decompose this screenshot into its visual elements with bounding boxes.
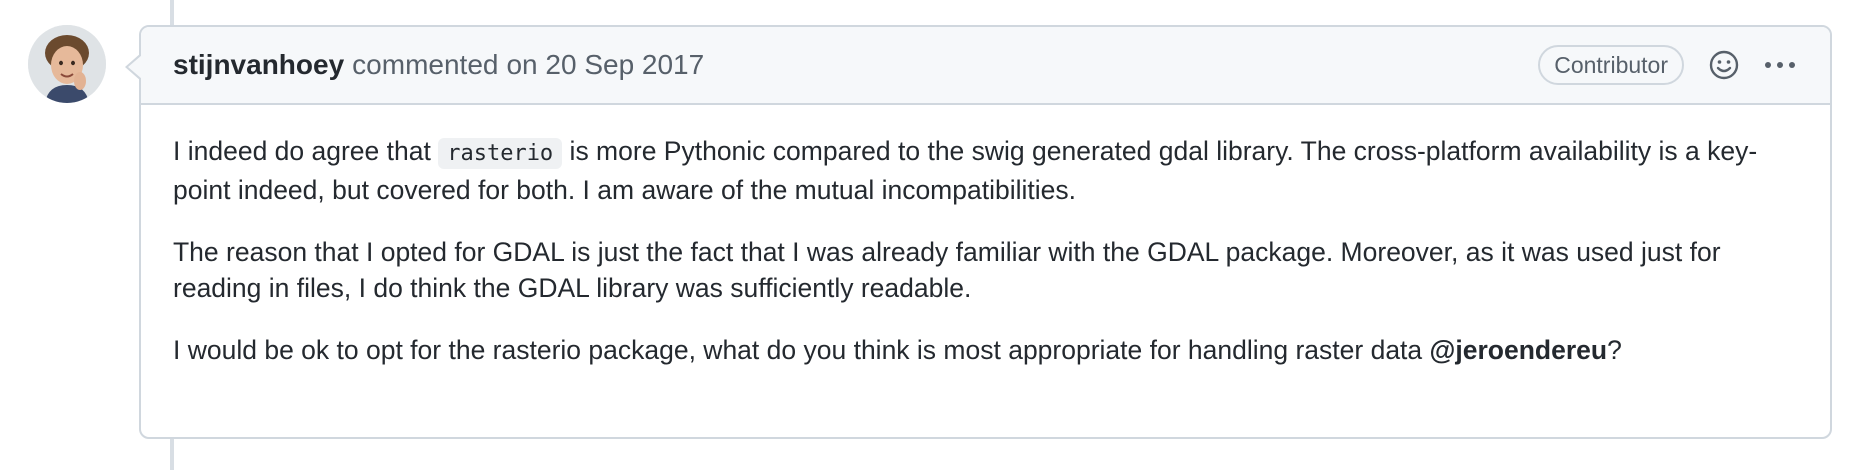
paragraph-1: I indeed do agree that rasterio is more … — [173, 133, 1798, 208]
kebab-horizontal-icon — [1765, 62, 1795, 68]
smiley-icon — [1709, 50, 1739, 80]
paragraph-1-start: I indeed do agree that — [173, 136, 439, 166]
comment-action: commented — [352, 49, 499, 80]
avatar[interactable] — [28, 25, 106, 103]
comment-timestamp[interactable]: on 20 Sep 2017 — [506, 49, 704, 81]
paragraph-3-end: ? — [1607, 335, 1622, 365]
paragraph-2: The reason that I opted for GDAL is just… — [173, 237, 1721, 303]
comment-header: stijnvanhoey commented on 20 Sep 2017 Co… — [141, 27, 1830, 105]
user-mention[interactable]: @jeroendereu — [1430, 335, 1608, 365]
header-actions: Contributor — [1538, 27, 1796, 103]
paragraph-3: I would be ok to opt for the rasterio pa… — [173, 332, 1798, 368]
inline-code: rasterio — [438, 138, 563, 169]
role-badge: Contributor — [1538, 45, 1684, 85]
author-link[interactable]: stijnvanhoey — [173, 49, 344, 81]
paragraph-3-start: I would be ok to opt for the rasterio pa… — [173, 335, 1430, 365]
avatar-image — [28, 25, 106, 103]
comment-body: I indeed do agree that rasterio is more … — [141, 105, 1830, 368]
more-options-button[interactable] — [1764, 59, 1796, 71]
comment-box: stijnvanhoey commented on 20 Sep 2017 Co… — [125, 25, 1832, 439]
add-reaction-button[interactable] — [1708, 49, 1740, 81]
